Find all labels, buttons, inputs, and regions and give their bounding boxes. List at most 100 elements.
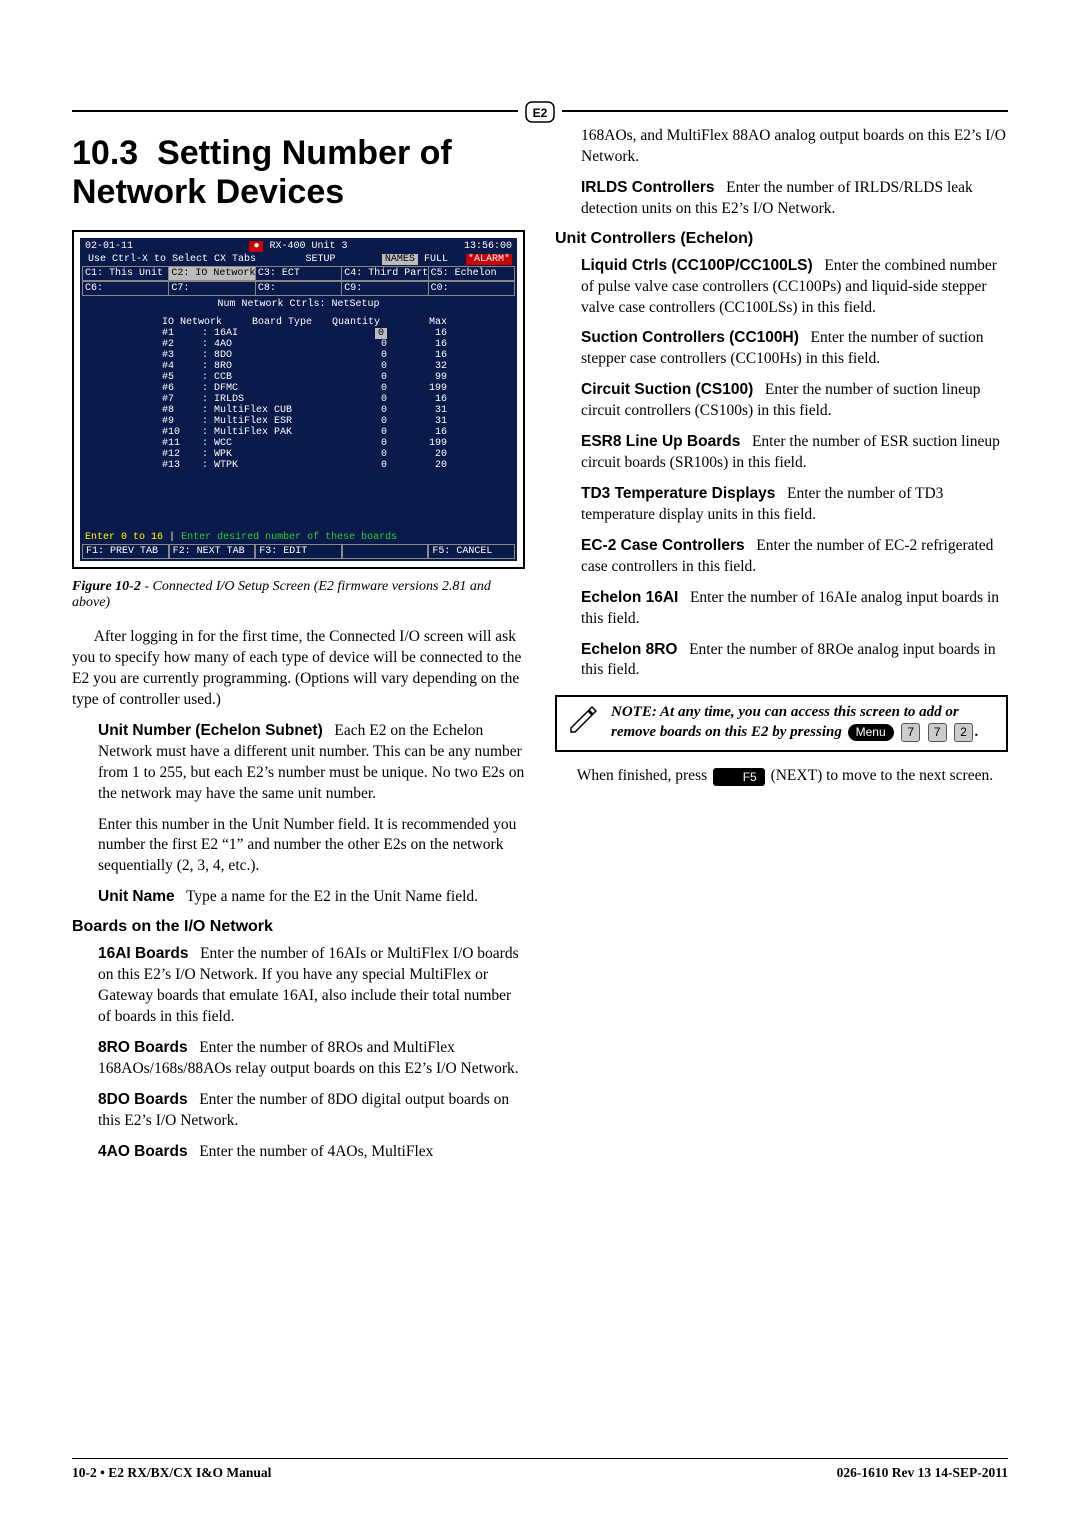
footer-left: 10-2 • E2 RX/BX/CX I&O Manual xyxy=(72,1465,271,1481)
figure-caption: Figure 10-2 - Connected I/O Setup Screen… xyxy=(72,579,525,611)
entry: EC-2 Case Controllers Enter the number o… xyxy=(555,536,1008,578)
term-row: #9: MultiFlex ESR031 xyxy=(162,416,505,427)
tab-c4: C4: Third Party xyxy=(342,267,428,280)
alarm-label: *ALARM* xyxy=(466,254,512,265)
entry: Unit Name Type a name for the E2 in the … xyxy=(72,887,525,908)
key-7b: 7 xyxy=(928,723,947,743)
right-column: 168AOs, and MultiFlex 88AO analog output… xyxy=(555,126,1008,1173)
entry: Unit Number (Echelon Subnet) Each E2 on … xyxy=(72,721,525,805)
subhead-echelon: Unit Controllers (Echelon) xyxy=(555,230,1008,248)
rec-icon: ● xyxy=(249,241,263,252)
fk-f5: F5: CANCEL xyxy=(428,544,515,559)
term-row: #13: WTPK020 xyxy=(162,460,505,471)
tabs-row-1: C1: This Unit C2: IO Network C3: ECT C4:… xyxy=(82,266,515,281)
figure-label: Figure 10-2 xyxy=(72,579,141,594)
entry: Echelon 16AI Enter the number of 16AIe a… xyxy=(555,588,1008,630)
term-row: #12: WPK020 xyxy=(162,449,505,460)
entry-title: 16AI Boards xyxy=(98,945,188,962)
entry: Liquid Ctrls (CC100P/CC100LS) Enter the … xyxy=(555,256,1008,319)
tab-c5: C5: Echelon xyxy=(429,267,514,280)
term-body: IO Network Board Type Quantity Max #1: 1… xyxy=(82,313,515,481)
th-max: Max xyxy=(407,317,447,328)
tab-c9: C9: xyxy=(342,282,428,295)
term-hint: Enter 0 to 16 | Enter desired number of … xyxy=(82,531,515,544)
entry-title: Unit Number (Echelon Subnet) xyxy=(98,722,323,739)
setup-screenshot: 02-01-11 ● RX-400 Unit 3 13:56:00 Use Ct… xyxy=(72,230,525,569)
term-row: #6: DFMC0199 xyxy=(162,383,505,394)
full-label: FULL xyxy=(424,254,448,265)
tab-c8: C8: xyxy=(256,282,342,295)
th-qty: Quantity xyxy=(332,317,407,328)
term-row: #7: IRLDS016 xyxy=(162,394,505,405)
fk-f3: F3: EDIT xyxy=(255,544,342,559)
header-logo: E2 xyxy=(518,98,562,126)
th-type: Board Type xyxy=(252,317,332,328)
term-row: #5: CCB099 xyxy=(162,372,505,383)
key-menu: Menu xyxy=(848,724,894,742)
entry-title: Echelon 8RO xyxy=(581,641,677,658)
section-heading: 10.3 Setting Number of Network Devices xyxy=(72,134,525,212)
entry: Suction Controllers (CC100H) Enter the n… xyxy=(555,328,1008,370)
tab-c1: C1: This Unit xyxy=(83,267,169,280)
fk-f1: F1: PREV TAB xyxy=(82,544,169,559)
term-row: #3: 8DO016 xyxy=(162,350,505,361)
entry: 8DO Boards Enter the number of 8DO digit… xyxy=(72,1090,525,1132)
tab-c6: C6: xyxy=(83,282,169,295)
entry: 168AOs, and MultiFlex 88AO analog output… xyxy=(555,126,1008,168)
key-7a: 7 xyxy=(901,723,920,743)
entry-title: 8RO Boards xyxy=(98,1039,188,1056)
note-box: NOTE: At any time, you can access this s… xyxy=(555,695,1008,752)
ctrlx-hint: Use Ctrl-X to Select CX Tabs xyxy=(85,254,259,265)
term-screen-title: Num Network Ctrls: NetSetup xyxy=(82,296,515,313)
note-text: NOTE: At any time, you can access this s… xyxy=(611,703,998,742)
final-para: When finished, press F5 (NEXT) to move t… xyxy=(555,766,1008,787)
entry: IRLDS Controllers Enter the number of IR… xyxy=(555,178,1008,220)
th-ionet: IO Network xyxy=(162,317,252,328)
header-rule: E2 xyxy=(72,110,1008,112)
entry: 8RO Boards Enter the number of 8ROs and … xyxy=(72,1038,525,1080)
section-number: 10.3 xyxy=(72,134,138,172)
header-logo-text: E2 xyxy=(533,106,548,120)
tab-c2: C2: IO Network xyxy=(169,267,255,280)
tabs-row-2: C6: C7: C8: C9: C0: xyxy=(82,281,515,296)
entry-title: Suction Controllers (CC100H) xyxy=(581,329,799,346)
names-label: NAMES xyxy=(382,254,418,265)
fkeys: F1: PREV TAB F2: NEXT TAB F3: EDIT F5: C… xyxy=(82,544,515,559)
entry: Circuit Suction (CS100) Enter the number… xyxy=(555,380,1008,422)
entry-title: 8DO Boards xyxy=(98,1091,188,1108)
footer-right: 026-1610 Rev 13 14-SEP-2011 xyxy=(837,1465,1008,1481)
entry-title: EC-2 Case Controllers xyxy=(581,537,745,554)
entry-title: 4AO Boards xyxy=(98,1143,188,1160)
left-column: 10.3 Setting Number of Network Devices 0… xyxy=(72,126,525,1173)
entry-title: IRLDS Controllers xyxy=(581,179,714,196)
tab-c3: C3: ECT xyxy=(256,267,342,280)
key-2: 2 xyxy=(954,723,973,743)
term-row: #4: 8RO032 xyxy=(162,361,505,372)
entry-title: Echelon 16AI xyxy=(581,589,678,606)
entry: ESR8 Line Up Boards Enter the number of … xyxy=(555,432,1008,474)
entry-title: ESR8 Line Up Boards xyxy=(581,433,740,450)
entry: TD3 Temperature Displays Enter the numbe… xyxy=(555,484,1008,526)
entry-title: TD3 Temperature Displays xyxy=(581,485,775,502)
term-time: 13:56:00 xyxy=(464,241,512,252)
subhead-ionet: Boards on the I/O Network xyxy=(72,918,525,936)
hint-range: Enter 0 to 16 xyxy=(85,532,163,543)
page-footer: 10-2 • E2 RX/BX/CX I&O Manual 026-1610 R… xyxy=(72,1458,1008,1481)
fk-f2: F2: NEXT TAB xyxy=(169,544,256,559)
entry: Echelon 8RO Enter the number of 8ROe ana… xyxy=(555,640,1008,682)
term-date: 02-01-11 xyxy=(85,241,133,252)
term-row: #1: 16AI016 xyxy=(162,328,505,339)
entry: 16AI Boards Enter the number of 16AIs or… xyxy=(72,944,525,1028)
term-row: #2: 4AO016 xyxy=(162,339,505,350)
intro-para: After logging in for the first time, the… xyxy=(72,627,525,711)
entry: Enter this number in the Unit Number fie… xyxy=(72,815,525,878)
term-row: #10: MultiFlex PAK016 xyxy=(162,427,505,438)
entry-title: Liquid Ctrls (CC100P/CC100LS) xyxy=(581,257,813,274)
entry-title: Circuit Suction (CS100) xyxy=(581,381,753,398)
term-row: #11: WCC0199 xyxy=(162,438,505,449)
term-unit: RX-400 Unit 3 xyxy=(270,241,348,252)
hint-text: Enter desired number of these boards xyxy=(181,532,397,543)
pencil-icon xyxy=(565,703,601,744)
entry: 4AO Boards Enter the number of 4AOs, Mul… xyxy=(72,1142,525,1163)
tab-c0: C0: xyxy=(429,282,514,295)
